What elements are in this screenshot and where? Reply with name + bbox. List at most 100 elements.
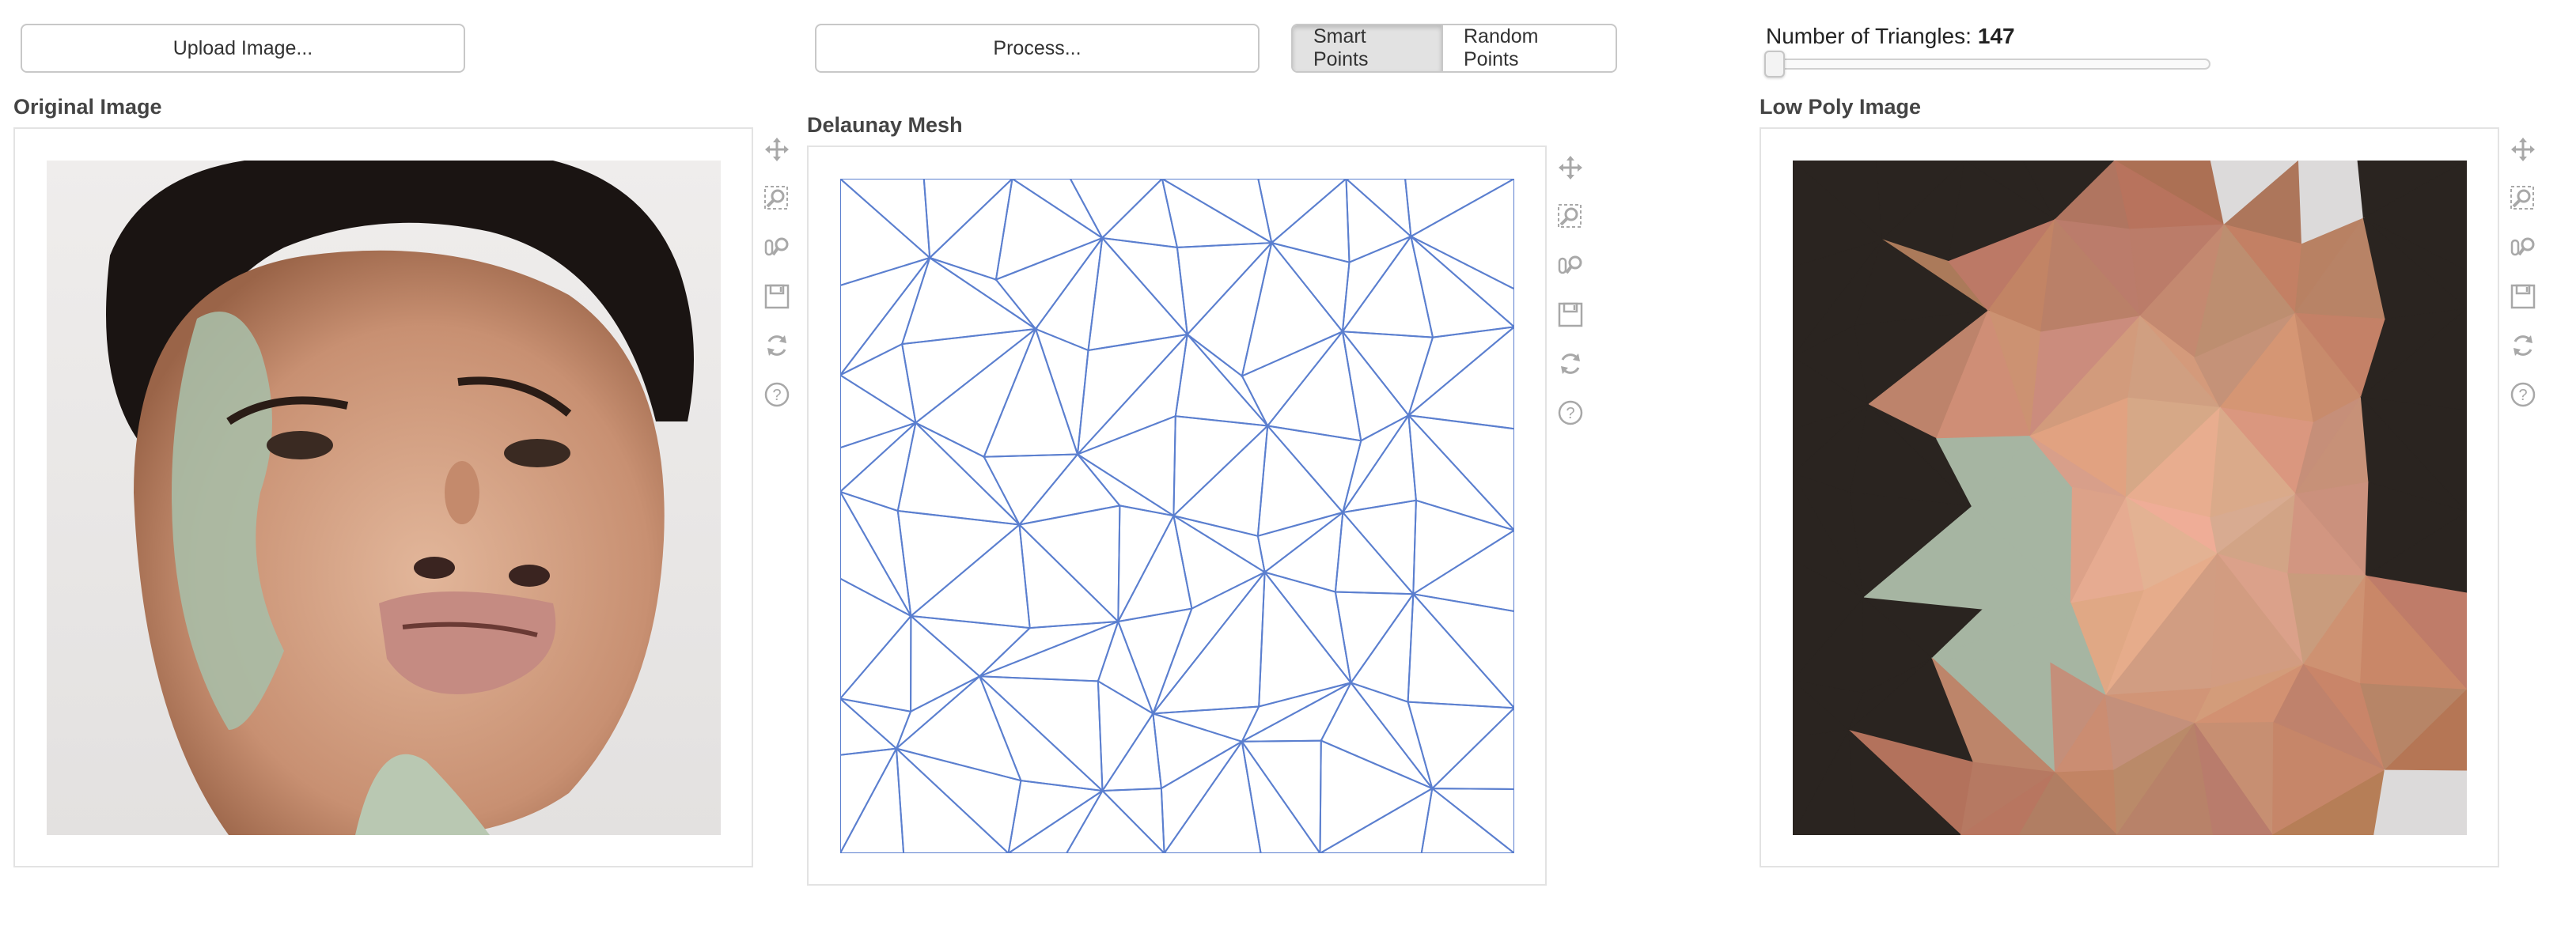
mesh-triangle [1411,529,1514,613]
mesh-triangle [1172,415,1270,518]
reset-icon[interactable] [2509,331,2537,360]
pan-icon[interactable] [1556,153,1585,182]
mesh-triangle [1007,779,1105,853]
mesh-triangle [1097,679,1154,794]
wheel-zoom-icon[interactable] [2509,233,2537,262]
mesh-triangle [1077,331,1189,455]
mesh-triangle [910,614,981,713]
help-icon[interactable]: ? [2509,380,2537,409]
mesh-triangle [1407,413,1514,531]
mesh-triangle [1334,591,1415,685]
smart-points-button[interactable]: Smart Points [1293,25,1443,71]
low-poly-image-plot[interactable] [1760,127,2499,867]
mesh-triangle [1153,705,1260,743]
mesh-triangle [840,746,905,853]
box-zoom-icon[interactable] [2509,184,2537,213]
mesh-triangle [1018,522,1120,629]
mesh-triangle [1152,712,1244,790]
box-zoom-icon[interactable] [1556,202,1585,231]
mesh-triangle [928,179,1013,281]
pan-icon[interactable] [763,135,791,164]
mesh-triangle [840,257,931,376]
mesh-triangle [1320,681,1435,791]
low-poly-image-toolbar: ? [2507,135,2539,429]
mesh-triangle [914,326,1038,459]
mesh-triangle [840,614,912,712]
mesh-triangle [1087,236,1189,352]
mesh-triangle [1341,331,1410,442]
triangles-slider-label: Number of Triangles: 147 [1766,24,2015,49]
mesh-triangle [1069,179,1164,240]
mesh-triangle [1186,240,1274,378]
mesh-triangle [896,509,1021,618]
mesh-triangle [1256,424,1345,538]
original-image-title: Original Image [13,95,162,119]
delaunay-mesh-plot[interactable] [807,145,1547,886]
process-button[interactable]: Process... [815,24,1260,73]
mesh-triangle [1334,510,1415,595]
triangles-slider-handle[interactable] [1764,51,1785,77]
random-points-button[interactable]: Random Points [1443,25,1616,71]
triangles-label: Number of Triangles: [1766,24,1972,48]
mesh-triangle [896,747,1022,853]
mesh-triangle [1341,234,1434,338]
mesh-triangle [994,179,1104,282]
mesh-triangle [1263,510,1344,593]
mesh-triangle [1241,680,1353,743]
mesh-triangle [1097,619,1155,716]
mesh-triangle [1241,331,1343,428]
mesh-triangle [1269,241,1351,334]
mesh-triangle [1318,787,1434,853]
pan-icon[interactable] [2509,135,2537,164]
wheel-zoom-icon[interactable] [763,233,791,262]
mesh-triangle [1266,329,1362,442]
mesh-triangle [1006,790,1104,853]
reset-icon[interactable] [1556,350,1585,378]
low-poly-image-title: Low Poly Image [1760,95,1922,119]
box-zoom-icon[interactable] [763,184,791,213]
point-mode-toggle: Smart Points Random Points [1291,24,1617,73]
low-poly-image [1793,161,2467,835]
help-icon[interactable]: ? [1556,399,1585,427]
svg-text:?: ? [1566,405,1574,422]
reset-icon[interactable] [763,331,791,360]
mesh-triangle [1407,326,1514,430]
mesh-triangle [979,620,1119,682]
mesh-triangle [1407,591,1514,709]
mesh-triangle [908,523,1031,629]
triangles-value: 147 [1977,24,2015,48]
delaunay-mesh [840,179,1514,853]
mesh-triangle [1116,513,1193,623]
original-image-plot[interactable] [13,127,753,867]
delaunay-mesh-toolbar: ? [1555,153,1586,448]
mesh-triangle [1420,787,1514,853]
mesh-triangle [1017,505,1121,624]
mesh-triangle [994,236,1105,331]
mesh-triangle [840,179,932,286]
mesh-triangle [1257,179,1348,244]
upload-image-button[interactable]: Upload Image... [21,24,465,73]
svg-text:?: ? [2518,387,2527,404]
save-icon[interactable] [2509,282,2537,311]
delaunay-mesh-title: Delaunay Mesh [807,113,963,137]
mesh-triangle [1176,241,1274,337]
mesh-triangle [1161,179,1275,248]
original-image [47,161,721,835]
mesh-triangle [1409,179,1514,290]
triangles-slider-track[interactable] [1766,59,2210,70]
mesh-triangle [1341,413,1417,514]
mesh-triangle [840,697,912,750]
help-icon[interactable]: ? [763,380,791,409]
mesh-triangle [1100,179,1179,249]
save-icon[interactable] [1556,300,1585,329]
save-icon[interactable] [763,282,791,311]
mesh-triangle [1319,739,1434,853]
mesh-triangle [1116,607,1193,716]
mesh-triangle [1407,701,1514,790]
mesh-triangle [1100,711,1163,792]
mesh-triangle [983,327,1079,458]
mesh-triangle [979,675,1105,792]
mesh-triangle [1270,179,1351,263]
mesh-triangle [1065,789,1166,853]
wheel-zoom-icon[interactable] [1556,251,1585,280]
